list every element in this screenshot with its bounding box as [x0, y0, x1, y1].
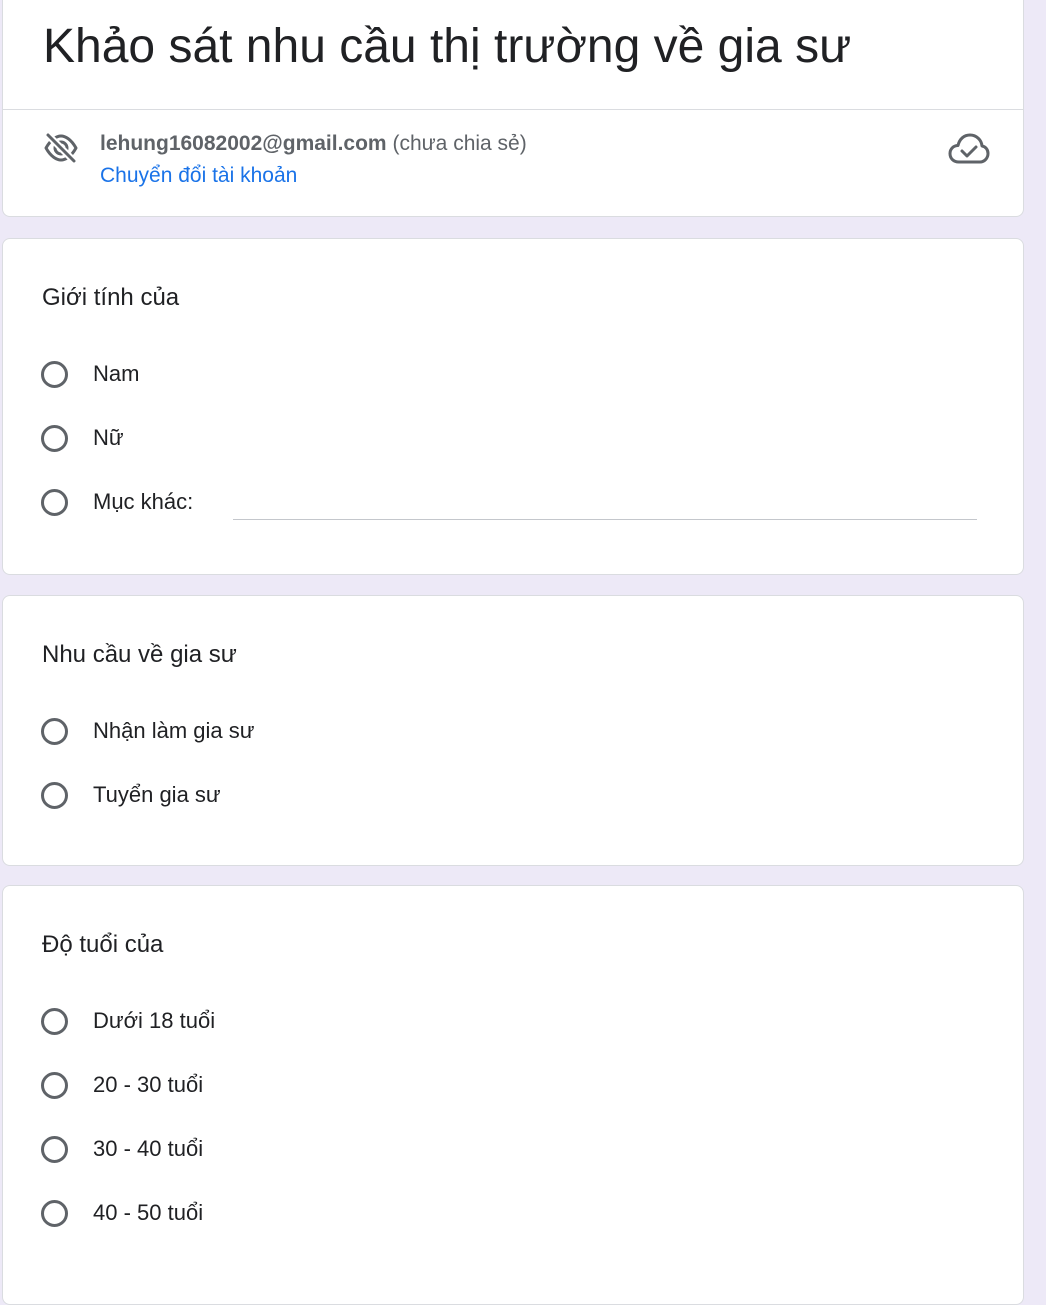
- option-label: Tuyển gia sư: [93, 782, 221, 807]
- question-title: Nhu cầu về gia sư: [42, 641, 237, 668]
- option-label: Nữ: [93, 425, 124, 450]
- eye-off-icon: [44, 131, 78, 165]
- option-age-under-18[interactable]: Dưới 18 tuổi: [41, 1003, 215, 1039]
- header-divider: [3, 109, 1023, 110]
- radio-button[interactable]: [41, 781, 68, 809]
- option-label: 40 - 50 tuổi: [93, 1200, 204, 1225]
- option-tutor-offer[interactable]: Nhận làm gia sư: [41, 713, 254, 749]
- question-card-gender: Giới tính của Nam Nữ Mục khác:: [2, 238, 1024, 575]
- radio-button[interactable]: [41, 1071, 68, 1099]
- question-card-age: Độ tuổi của Dưới 18 tuổi 20 - 30 tuổi 30…: [2, 885, 1024, 1305]
- radio-button[interactable]: [41, 1199, 68, 1227]
- option-other[interactable]: Mục khác:: [41, 484, 193, 520]
- option-age-20-30[interactable]: 20 - 30 tuổi: [41, 1067, 203, 1103]
- form-header-card: Khảo sát nhu cầu thị trường về gia sư le…: [2, 0, 1024, 217]
- option-label: Nhận làm gia sư: [93, 718, 255, 743]
- share-status: (chưa chia sẻ): [392, 132, 527, 155]
- question-card-need: Nhu cầu về gia sư Nhận làm gia sư Tuyển …: [2, 595, 1024, 866]
- account-email: lehung16082002@gmail.com: [100, 132, 387, 155]
- radio-button[interactable]: [41, 717, 68, 745]
- option-label: 30 - 40 tuổi: [93, 1136, 204, 1161]
- option-nu[interactable]: Nữ: [41, 420, 124, 456]
- switch-account-link[interactable]: Chuyển đổi tài khoản: [100, 164, 297, 188]
- radio-button[interactable]: [41, 1007, 68, 1035]
- option-label: Nam: [93, 361, 140, 386]
- option-age-40-50[interactable]: 40 - 50 tuổi: [41, 1195, 203, 1231]
- cloud-done-icon: [948, 133, 990, 164]
- radio-button[interactable]: [41, 360, 68, 388]
- radio-button[interactable]: [41, 488, 68, 516]
- option-nam[interactable]: Nam: [41, 356, 139, 392]
- account-line: lehung16082002@gmail.com (chưa chia sẻ): [100, 132, 527, 156]
- option-label: Dưới 18 tuổi: [93, 1008, 216, 1033]
- option-label: Mục khác:: [93, 489, 194, 514]
- option-tutor-hire[interactable]: Tuyển gia sư: [41, 777, 221, 813]
- radio-button[interactable]: [41, 1135, 68, 1163]
- other-text-input[interactable]: [233, 484, 977, 520]
- radio-button[interactable]: [41, 424, 68, 452]
- option-age-30-40[interactable]: 30 - 40 tuổi: [41, 1131, 203, 1167]
- question-title: Giới tính của: [42, 284, 180, 311]
- option-label: 20 - 30 tuổi: [93, 1072, 204, 1097]
- question-title: Độ tuổi của: [42, 931, 164, 958]
- form-title: Khảo sát nhu cầu thị trường về gia sư: [43, 20, 852, 73]
